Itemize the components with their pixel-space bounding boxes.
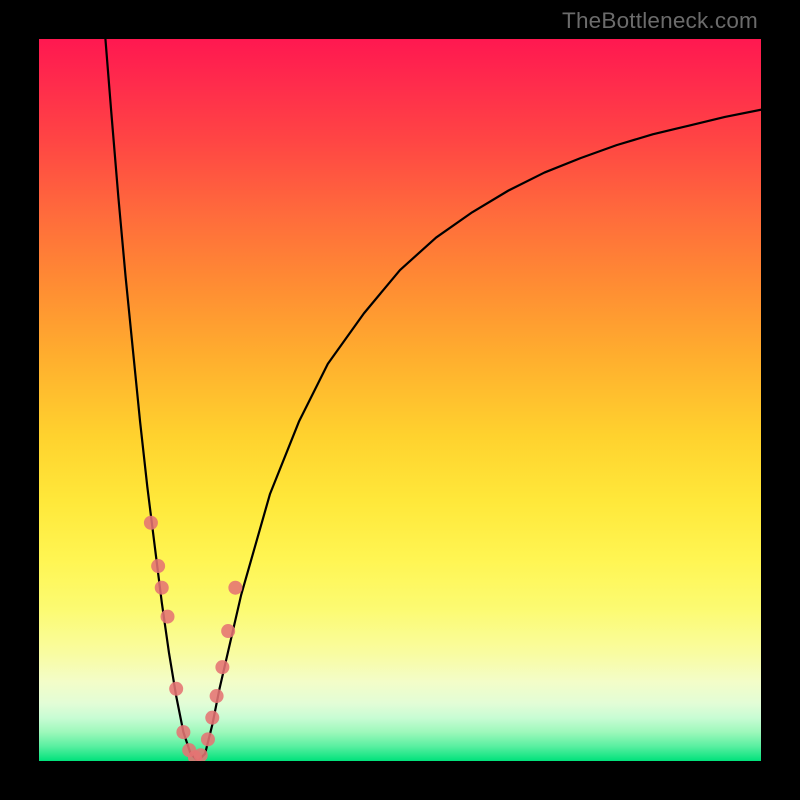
chart-frame: TheBottleneck.com	[0, 0, 800, 800]
watermark-text: TheBottleneck.com	[562, 8, 758, 34]
background-gradient	[39, 39, 761, 761]
plot-area	[39, 39, 761, 761]
